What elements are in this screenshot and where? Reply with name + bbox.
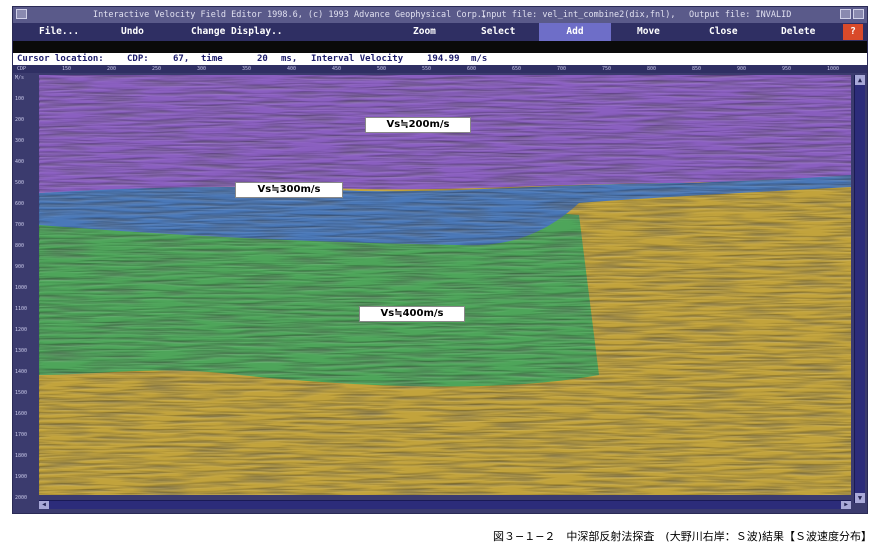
- figure-caption: 図３−１−２ 中深部反射法探査 (大野川右岸：Ｓ波)結果【Ｓ波速度分布】: [492, 530, 872, 543]
- ruler-tick-label: 400: [287, 66, 297, 72]
- menu-change-display[interactable]: Change Display..: [191, 23, 283, 41]
- velocity-tick-label: 1300: [15, 348, 28, 354]
- minimize-button[interactable]: [840, 9, 851, 19]
- horizontal-scrollbar[interactable]: ◀ ▶: [39, 500, 851, 509]
- menu-select[interactable]: Select: [481, 23, 515, 41]
- ruler-tick-label: 1000: [827, 66, 840, 72]
- ruler-tick-label: 550: [422, 66, 432, 72]
- velocity-tick-label: 300: [15, 138, 25, 144]
- ruler-tick-label: 450: [332, 66, 342, 72]
- ruler-tick-label: 350: [242, 66, 252, 72]
- output-file-label: Output file: INVALID: [689, 10, 792, 20]
- menu-bar: File... Undo Change Display.. Zoom Selec…: [13, 23, 867, 41]
- velocity-section-plot[interactable]: [39, 75, 851, 495]
- cdp-ruler: CDP 150 200 250 300 350 400 450 500 550 600 650 700 7…: [13, 65, 867, 73]
- cursor-location-label: Cursor location:: [17, 54, 104, 64]
- menu-zoom[interactable]: Zoom: [413, 23, 436, 41]
- cdp-value: 67,: [173, 54, 190, 64]
- velocity-tick-label: 1100: [15, 306, 28, 312]
- menu-move[interactable]: Move: [637, 23, 660, 41]
- menu-close[interactable]: Close: [709, 23, 738, 41]
- ruler-tick-label: 250: [152, 66, 162, 72]
- ruler-tick-label: 150: [62, 66, 72, 72]
- maximize-button[interactable]: [853, 9, 864, 19]
- velocity-unit: m/s: [471, 54, 488, 64]
- velocity-tick-label: 200: [15, 117, 25, 123]
- time-value: 20: [257, 54, 268, 64]
- menu-delete[interactable]: Delete: [781, 23, 815, 41]
- scroll-up-arrow-icon[interactable]: ▲: [855, 75, 865, 85]
- cdp-label: CDP:: [127, 54, 149, 64]
- velocity-axis: M/s 100 200 300 400 500 600 700 800 900 1000 1100 12…: [15, 73, 37, 501]
- input-file-label: Input file: vel_int_combine2(dix,fnl),: [481, 10, 676, 20]
- velocity-tick-label: 2000: [15, 495, 28, 501]
- system-menu-button[interactable]: [16, 9, 27, 19]
- velocity-tick-label: 1900: [15, 474, 28, 480]
- scroll-down-arrow-icon[interactable]: ▼: [855, 493, 865, 503]
- ruler-tick-label: 650: [512, 66, 522, 72]
- velocity-tick-label: 1800: [15, 453, 28, 459]
- velocity-value: 194.99: [427, 54, 460, 64]
- velocity-label: Interval Velocity: [311, 54, 404, 64]
- ruler-tick-label: CDP: [17, 66, 27, 72]
- velocity-tick-label: 800: [15, 243, 25, 249]
- velocity-tick-label: 600: [15, 201, 25, 207]
- menu-undo[interactable]: Undo: [121, 23, 144, 41]
- velocity-tick-label: 400: [15, 159, 25, 165]
- seismic-texture-highlight: [40, 76, 851, 495]
- ruler-tick-label: 500: [377, 66, 387, 72]
- velocity-tick-label: 1400: [15, 369, 28, 375]
- title-bar: Interactive Velocity Field Editor 1998.6…: [13, 7, 867, 23]
- velocity-tick-label: 900: [15, 264, 25, 270]
- ruler-tick-label: 600: [467, 66, 477, 72]
- velocity-field-image: [39, 75, 851, 495]
- ruler-tick-label: 700: [557, 66, 567, 72]
- velocity-tick-label: 1200: [15, 327, 28, 333]
- ruler-tick-label: 800: [647, 66, 657, 72]
- velocity-tick-label: 500: [15, 180, 25, 186]
- ruler-tick-label: 900: [737, 66, 747, 72]
- time-unit: ms,: [281, 54, 298, 64]
- vs200-label: Vs≒200m/s: [365, 117, 471, 133]
- vs300-label: Vs≒300m/s: [235, 182, 343, 198]
- ruler-tick-label: 200: [107, 66, 117, 72]
- scroll-left-arrow-icon[interactable]: ◀: [39, 501, 49, 509]
- help-button[interactable]: ?: [843, 24, 863, 40]
- vs400-label: Vs≒400m/s: [359, 306, 465, 322]
- ruler-tick-label: 850: [692, 66, 702, 72]
- scroll-right-arrow-icon[interactable]: ▶: [841, 501, 851, 509]
- ruler-tick-label: 300: [197, 66, 207, 72]
- velocity-tick-label: 1600: [15, 411, 28, 417]
- time-label: time: [201, 54, 223, 64]
- velocity-tick-label: 1500: [15, 390, 28, 396]
- velocity-tick-label: 1700: [15, 432, 28, 438]
- ruler-tick-label: 950: [782, 66, 792, 72]
- toolbar-strip: [13, 41, 867, 53]
- velocity-tick-label: 1000: [15, 285, 28, 291]
- velocity-tick-label: 700: [15, 222, 25, 228]
- velocity-tick-label: M/s: [15, 75, 25, 81]
- velocity-editor-window: Interactive Velocity Field Editor 1998.6…: [12, 6, 868, 514]
- menu-file[interactable]: File...: [39, 23, 79, 41]
- velocity-tick-label: 100: [15, 96, 25, 102]
- ruler-tick-label: 750: [602, 66, 612, 72]
- menu-add[interactable]: Add: [539, 23, 611, 41]
- vertical-scrollbar[interactable]: ▲ ▼: [854, 75, 865, 503]
- window-title: Interactive Velocity Field Editor 1998.6…: [93, 10, 488, 20]
- status-bar: Cursor location: CDP: 67, time 20 ms, In…: [13, 53, 867, 65]
